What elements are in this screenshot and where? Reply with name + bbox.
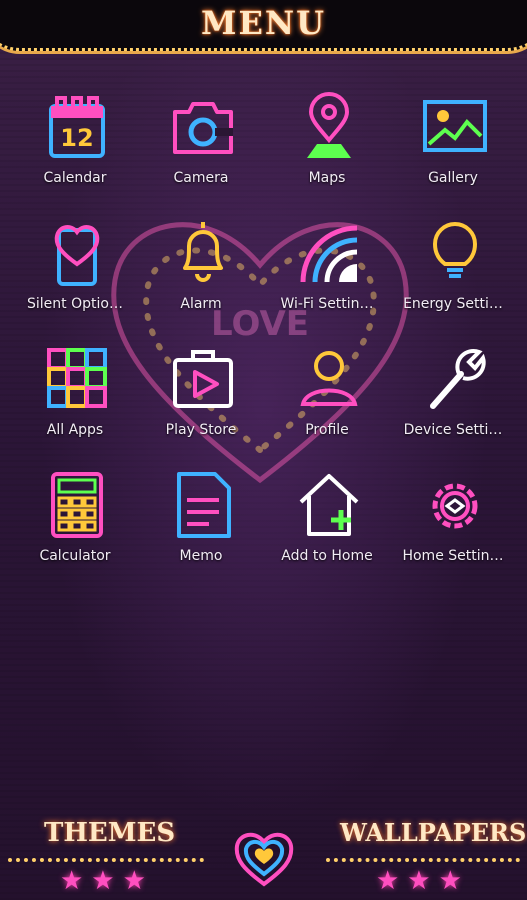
app-label: Add to Home bbox=[281, 548, 373, 564]
app-maps[interactable]: Maps bbox=[264, 90, 390, 200]
menu-title: MENU bbox=[201, 4, 326, 42]
app-label: All Apps bbox=[46, 422, 104, 438]
themes-stars: ★★★ bbox=[60, 866, 154, 896]
app-label: Calculator bbox=[39, 548, 111, 564]
app-memo[interactable]: Memo bbox=[138, 468, 264, 578]
app-camera[interactable]: Camera bbox=[138, 90, 264, 200]
themes-button[interactable]: THEMES bbox=[44, 818, 175, 848]
app-play-store[interactable]: Play Store bbox=[138, 342, 264, 452]
app-label: Play Store bbox=[165, 422, 237, 438]
app-label: Gallery bbox=[428, 170, 478, 186]
app-home-settings[interactable]: Home Settin… bbox=[390, 468, 516, 578]
app-label: Home Settin… bbox=[402, 548, 504, 564]
calendar-icon: 12 bbox=[49, 96, 105, 158]
lightbulb-icon bbox=[432, 222, 478, 278]
app-label: Camera bbox=[173, 170, 229, 186]
app-profile[interactable]: Profile bbox=[264, 342, 390, 452]
app-silent-options[interactable]: Silent Optio… bbox=[12, 216, 138, 326]
app-label: Device Setti… bbox=[403, 422, 503, 438]
calculator-icon bbox=[51, 472, 103, 538]
bell-icon bbox=[183, 222, 223, 282]
app-label: Energy Setti… bbox=[403, 296, 503, 312]
app-label: Silent Optio… bbox=[27, 296, 123, 312]
wallpapers-stars: ★★★ bbox=[376, 866, 470, 896]
app-calendar[interactable]: 12 Calendar bbox=[12, 90, 138, 200]
gallery-icon bbox=[423, 100, 487, 152]
grid-icon bbox=[47, 348, 107, 408]
app-add-to-home[interactable]: Add to Home bbox=[264, 468, 390, 578]
app-label: Memo bbox=[179, 548, 223, 564]
app-energy-settings[interactable]: Energy Setti… bbox=[390, 216, 516, 326]
app-calculator[interactable]: Calculator bbox=[12, 468, 138, 578]
home-settings-icon bbox=[432, 483, 478, 529]
app-wifi-settings[interactable]: Wi-Fi Settin… bbox=[264, 216, 390, 326]
app-label: Maps bbox=[308, 170, 346, 186]
memo-icon bbox=[177, 472, 231, 538]
wrench-icon bbox=[430, 348, 486, 409]
app-gallery[interactable]: Gallery bbox=[390, 90, 516, 200]
app-label: Alarm bbox=[180, 296, 222, 312]
add-home-icon bbox=[299, 474, 359, 536]
app-alarm[interactable]: Alarm bbox=[138, 216, 264, 326]
phone-heart-icon bbox=[54, 225, 100, 286]
calendar-day: 12 bbox=[60, 124, 93, 152]
map-pin-icon bbox=[307, 92, 351, 158]
profile-icon bbox=[300, 351, 358, 406]
heart-icon[interactable] bbox=[231, 828, 297, 888]
play-store-icon bbox=[173, 350, 233, 408]
camera-icon bbox=[173, 102, 233, 154]
app-label: Wi-Fi Settin… bbox=[280, 296, 374, 312]
wifi-icon bbox=[300, 225, 358, 283]
app-all-apps[interactable]: All Apps bbox=[12, 342, 138, 452]
wallpapers-button[interactable]: WALLPAPERS bbox=[340, 818, 526, 847]
app-label: Profile bbox=[305, 422, 349, 438]
app-device-settings[interactable]: Device Setti… bbox=[390, 342, 516, 452]
app-label: Calendar bbox=[43, 170, 107, 186]
